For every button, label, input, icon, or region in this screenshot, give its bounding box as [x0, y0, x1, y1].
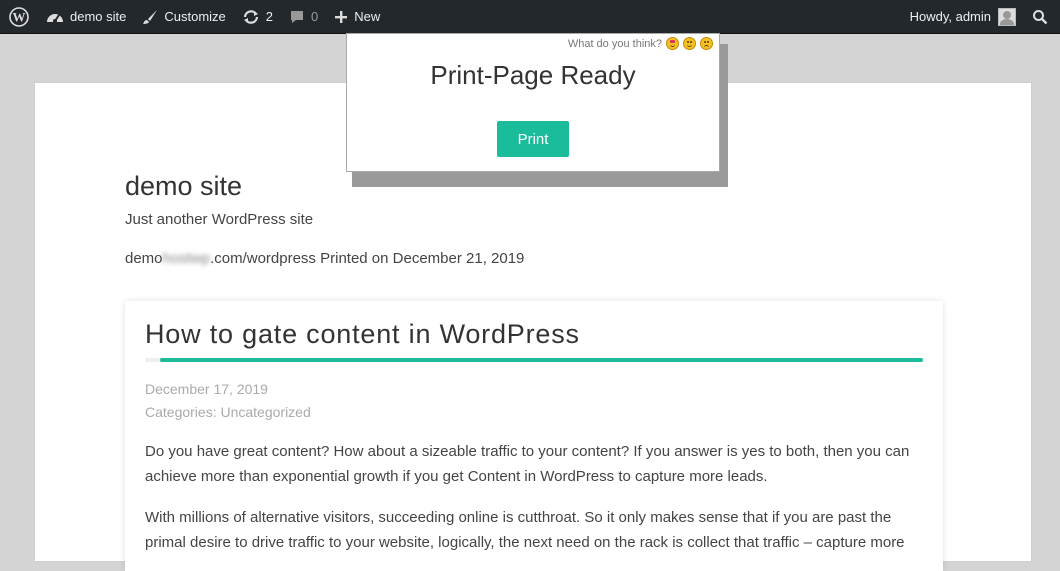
site-title: demo site — [125, 171, 243, 201]
search-icon — [1033, 9, 1048, 24]
search-toggle[interactable] — [1024, 0, 1060, 34]
smile-emoji-icon[interactable] — [683, 37, 696, 50]
site-url-prefix: demo — [125, 250, 163, 267]
site-url-blurred: hostwp — [162, 250, 211, 267]
post-card: How to gate content in WordPress Decembe… — [125, 301, 943, 571]
customize-label: Customize — [164, 9, 226, 24]
new-label: New — [354, 9, 381, 24]
post-date: December 17, 2019 — [145, 381, 268, 397]
my-account-menu[interactable]: Howdy, admin — [902, 0, 1024, 34]
plus-icon — [335, 10, 348, 23]
updates-icon — [243, 9, 258, 24]
wp-logo-menu[interactable]: W — [0, 0, 38, 34]
print-button[interactable]: Print — [497, 121, 569, 157]
comments-link[interactable]: 0 — [281, 0, 326, 34]
customize-link[interactable]: Customize — [134, 0, 233, 34]
love-emoji-icon[interactable] — [666, 37, 679, 50]
printed-on-text: Printed on December 21, 2019 — [320, 250, 525, 267]
updates-link[interactable]: 2 — [234, 0, 281, 34]
admin-bar: W demo site Customize 2 0 New Howdy, adm… — [0, 0, 1060, 34]
wordpress-logo-icon: W — [9, 6, 29, 27]
post-paragraph: With millions of alternative visitors, s… — [145, 509, 905, 551]
post-paragraph: Do you have great content? How about a s… — [145, 443, 910, 485]
feedback-label: What do you think? — [567, 37, 662, 50]
site-name-label: demo site — [70, 9, 127, 24]
comment-icon — [291, 10, 304, 23]
site-name-menu[interactable]: demo site — [38, 0, 134, 34]
howdy-label: Howdy, admin — [909, 9, 991, 24]
new-content-menu[interactable]: New — [326, 0, 388, 34]
dashboard-icon — [47, 13, 63, 23]
updates-count: 2 — [265, 9, 274, 24]
site-url-suffix: .com/wordpress — [210, 250, 316, 267]
brush-icon — [143, 9, 158, 24]
feedback-bar: What do you think? — [568, 37, 713, 50]
title-underline — [145, 358, 923, 362]
title-underline-accent — [160, 358, 923, 362]
post-title: How to gate content in WordPress — [145, 319, 580, 349]
post-categories: Categories: Uncategorized — [145, 404, 311, 420]
print-ready-popup: What do you think? Print-Page Ready Prin… — [346, 33, 720, 172]
avatar — [998, 7, 1016, 26]
svg-text:W: W — [13, 9, 26, 24]
comments-count: 0 — [311, 9, 319, 24]
frown-emoji-icon[interactable] — [700, 37, 713, 50]
site-description: Just another WordPress site — [125, 211, 314, 228]
popup-title: Print-Page Ready — [430, 60, 636, 90]
print-info: demohostwp.com/wordpress Printed on Dece… — [125, 250, 524, 267]
